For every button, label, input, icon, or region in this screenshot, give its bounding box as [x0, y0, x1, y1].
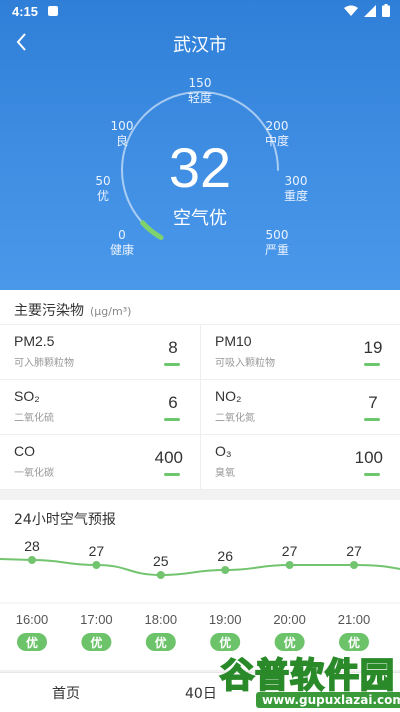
forecast-panel: 28 16:00 优 27 17:00 优 25 18:00 优 26 19:00 优 27 20:00 优…: [0, 500, 400, 670]
status-time: 4:15: [12, 4, 39, 19]
forecast-time-label: 20:00: [273, 612, 306, 627]
pollutant-value: 400: [154, 448, 183, 467]
pollutant-value: 8: [168, 338, 178, 357]
gauge-scale-label: 0 健康: [98, 228, 146, 258]
pollutant-item: PM10 可吸入颗粒物 19: [200, 325, 400, 380]
watermark-text: 谷普软件园: [219, 655, 395, 697]
gauge-scale-value: 150: [188, 76, 212, 90]
forecast-quality-label: 优: [26, 635, 38, 650]
pollutant-desc: 臭氧: [215, 468, 235, 479]
pollutant-value: 100: [354, 448, 383, 467]
wifi-icon: [344, 5, 358, 16]
notification-icon: [48, 6, 58, 16]
forecast-value-label: 27: [89, 543, 105, 559]
watermark-url: www.gupuxlazai.com: [256, 692, 400, 708]
pollutant-level-bar: [164, 473, 180, 476]
pollutants-title: 主要污染物 (μg/m³): [14, 300, 131, 320]
gauge-scale-value: 0: [118, 228, 126, 242]
forecast-value-label: 28: [24, 538, 40, 554]
pollutant-level-bar: [164, 363, 180, 366]
gauge-scale-level: 健康: [109, 243, 134, 257]
gauge-scale-value: 500: [265, 228, 289, 242]
forecast-time-label: 16:00: [16, 612, 49, 627]
forecast-point: [285, 561, 294, 569]
pollutant-item: SO₂ 二氧化硫 6: [0, 380, 200, 435]
forecast-quality-label: 优: [155, 635, 167, 650]
aqi-hero: 4:15 武汉市 0 健康 50 优 100 良 150 轻度 200 中度 300 重度 500 严重 …: [0, 0, 400, 290]
pollutant-name: NO₂: [215, 388, 242, 404]
pollutant-value: 7: [368, 393, 378, 412]
forecast-value-label: 27: [282, 543, 298, 559]
tab-home[interactable]: 首页: [52, 683, 80, 703]
forecast-time-label: 19:00: [209, 612, 242, 627]
pollutant-name: CO: [14, 443, 35, 459]
gauge-scale-level: 严重: [264, 243, 289, 257]
pollutant-name: O₃: [215, 443, 232, 459]
pollutant-level-bar: [364, 473, 380, 476]
forecast-time-label: 18:00: [145, 612, 178, 627]
gauge-scale-value: 200: [265, 119, 289, 133]
forecast-value-label: 25: [153, 553, 169, 569]
pollutants-title-text: 主要污染物: [14, 303, 84, 319]
pollutant-desc: 一氧化碳: [14, 468, 54, 479]
page-title: 武汉市: [173, 35, 227, 56]
aqi-value: 32: [168, 136, 232, 199]
forecast-quality-label: 优: [90, 635, 102, 650]
cell-signal-icon: [364, 4, 376, 17]
pollutant-name: SO₂: [14, 388, 40, 404]
pollutant-level-bar: [364, 418, 380, 421]
gauge-scale-level: 轻度: [187, 91, 212, 105]
pollutant-item: NO₂ 二氧化氮 7: [200, 380, 400, 435]
gauge-scale-label: 150 轻度: [176, 76, 224, 106]
status-bar: 4:15: [0, 0, 400, 24]
pollutant-value: 6: [168, 393, 178, 412]
pollutants-panel: 主要污染物 (μg/m³) PM2.5 可入肺颗粒物 8 PM10 可吸入颗粒物 19 SO₂…: [0, 290, 400, 490]
forecast-line: [0, 558, 400, 577]
forecast-point: [221, 566, 230, 574]
pollutant-name: PM2.5: [14, 333, 55, 349]
forecast-point: [28, 556, 36, 564]
pollutant-item: CO 一氧化碳 400: [0, 435, 200, 490]
pollutant-level-bar: [364, 363, 380, 366]
forecast-point: [156, 571, 165, 579]
pollutant-value: 19: [363, 338, 383, 357]
forecast-title: 24小时空气预报: [14, 512, 116, 528]
pollutants-grid: PM2.5 可入肺颗粒物 8 PM10 可吸入颗粒物 19 SO₂ 二氧化硫 6 NO₂ 二氧化氮 7…: [0, 324, 400, 490]
gauge-scale-label: 500 严重: [253, 228, 301, 258]
pollutants-unit: (μg/m³): [90, 305, 132, 318]
watermark-logo: 谷普软件园 www.gupuxlazai.com: [212, 648, 400, 712]
forecast-point: [350, 561, 358, 569]
gauge-scale-value: 100: [110, 119, 134, 133]
pollutant-item: PM2.5 可入肺颗粒物 8: [0, 325, 200, 380]
pollutant-desc: 二氧化硫: [14, 413, 54, 424]
pollutant-desc: 可吸入颗粒物: [215, 358, 275, 369]
forecast-time-label: 17:00: [80, 612, 113, 627]
battery-icon: [382, 4, 390, 17]
forecast-value-label: 26: [217, 548, 233, 564]
forecast-point: [92, 561, 101, 569]
pollutant-desc: 二氧化氮: [215, 413, 255, 424]
pollutant-level-bar: [164, 418, 180, 421]
aqi-level-label: 空气优: [173, 208, 227, 229]
pollutant-name: PM10: [215, 333, 252, 349]
pollutant-item: O₃ 臭氧 100: [200, 435, 400, 490]
forecast-value-label: 27: [346, 543, 362, 559]
forecast-time-label: 21:00: [338, 612, 371, 627]
pollutant-desc: 可入肺颗粒物: [14, 358, 74, 369]
